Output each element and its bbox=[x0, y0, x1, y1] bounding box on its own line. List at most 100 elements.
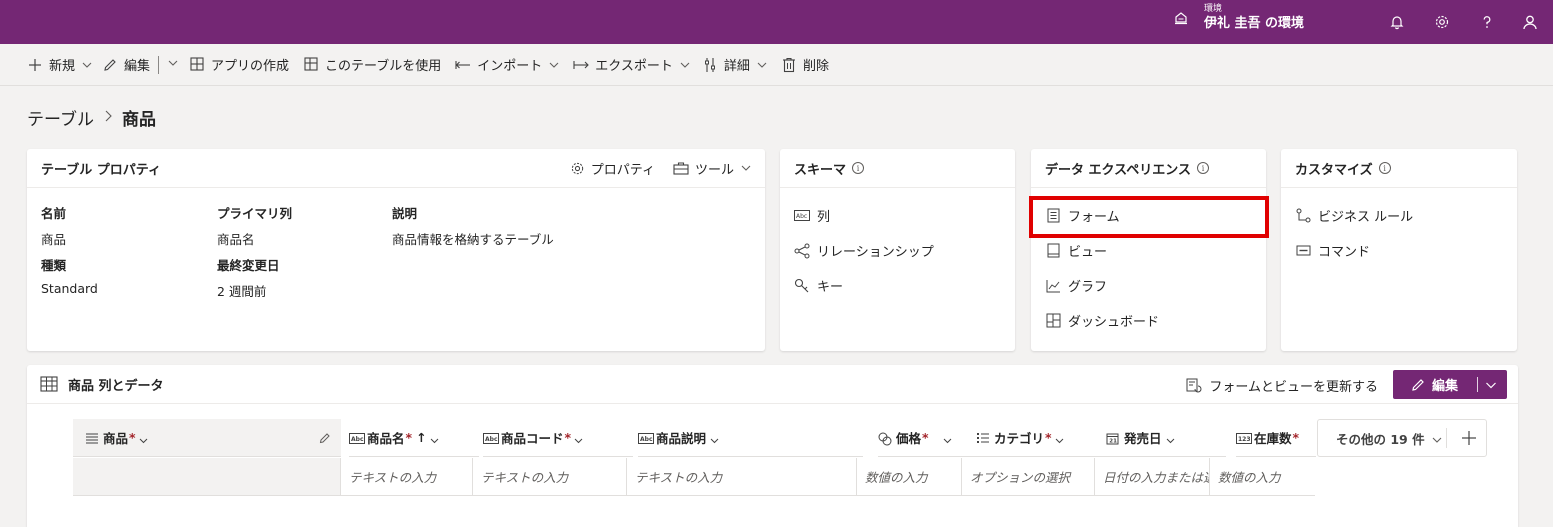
price-input[interactable]: 数値の入力 bbox=[857, 458, 962, 496]
properties-label: プロパティ bbox=[590, 162, 655, 178]
column-header-product-description[interactable]: Abc 商品説明 bbox=[638, 419, 863, 457]
column-header-product[interactable]: 商品 * bbox=[73, 419, 341, 457]
release-date-input[interactable]: 日付の入力または選 bbox=[1095, 458, 1210, 496]
card-title: データ エクスペリエンス bbox=[1045, 162, 1191, 178]
column-label: 商品コード bbox=[501, 431, 564, 446]
command-icon bbox=[1295, 243, 1311, 259]
required-marker: * bbox=[129, 430, 136, 445]
edit-dropdown-button[interactable] bbox=[162, 49, 184, 81]
schema-columns-link[interactable]: Abc 列 bbox=[780, 198, 1015, 233]
card-title: カスタマイズ bbox=[1295, 162, 1373, 178]
dashboard-icon bbox=[1045, 313, 1061, 329]
column-header-category[interactable]: カテゴリ * bbox=[976, 419, 1106, 457]
column-label: 商品 bbox=[103, 431, 129, 446]
user-icon[interactable] bbox=[1520, 12, 1540, 32]
relationship-icon bbox=[794, 243, 810, 259]
app-icon bbox=[189, 57, 205, 73]
modified-label: 最終変更日 bbox=[217, 258, 280, 273]
name-label: 名前 bbox=[41, 206, 67, 221]
edit-columns-button[interactable]: 編集 bbox=[1393, 370, 1507, 399]
column-header-product-name[interactable]: Abc 商品名 * ↑ bbox=[349, 419, 479, 457]
environment-picker[interactable]: 環境 伊礼 圭吾 の環境 bbox=[1172, 5, 1304, 30]
gear-icon[interactable] bbox=[1432, 12, 1452, 32]
column-header-stock[interactable]: 123 在庫数 * bbox=[1236, 419, 1316, 457]
chevron-right-icon bbox=[104, 110, 112, 126]
breadcrumb-tables-link[interactable]: テーブル bbox=[27, 105, 94, 130]
more-columns-button[interactable]: その他の 19 件 bbox=[1317, 419, 1487, 457]
column-label: 発売日 bbox=[1124, 431, 1162, 446]
column-header-price[interactable]: 価格 * bbox=[878, 419, 978, 457]
views-link[interactable]: ビュー bbox=[1031, 233, 1266, 268]
info-icon[interactable]: i bbox=[1378, 162, 1391, 174]
import-icon bbox=[455, 57, 471, 73]
properties-button[interactable]: プロパティ bbox=[570, 159, 655, 178]
category-select[interactable]: オプションの選択 bbox=[962, 458, 1095, 496]
export-button[interactable]: エクスポート bbox=[568, 49, 695, 81]
pencil-icon bbox=[1411, 378, 1425, 392]
column-header-product-code[interactable]: Abc 商品コード * bbox=[483, 419, 633, 457]
trash-icon bbox=[781, 57, 797, 73]
business-rules-link[interactable]: ビジネス ルール bbox=[1281, 198, 1517, 233]
data-experience-card: データ エクスペリエンス i フォーム ビュー グラフ ダッシュボード bbox=[1031, 149, 1266, 351]
stock-input[interactable]: 数値の入力 bbox=[1210, 458, 1315, 496]
experience-item-label: ビュー bbox=[1068, 245, 1108, 260]
chevron-down-icon bbox=[1432, 433, 1442, 443]
modified-value: 2 週間前 bbox=[217, 284, 267, 299]
experience-item-label: グラフ bbox=[1068, 280, 1108, 295]
schema-keys-link[interactable]: キー bbox=[780, 268, 1015, 303]
customize-header: カスタマイズ i bbox=[1281, 149, 1517, 188]
column-header-release-date[interactable]: 21 発売日 bbox=[1106, 419, 1226, 457]
product-code-input[interactable]: テキストの入力 bbox=[473, 458, 627, 496]
product-name-input[interactable]: テキストの入力 bbox=[341, 458, 473, 496]
schema-relationships-link[interactable]: リレーションシップ bbox=[780, 233, 1015, 268]
refresh-forms-views-button[interactable]: フォームとビューを更新する bbox=[1186, 376, 1378, 395]
bell-icon[interactable] bbox=[1387, 12, 1407, 32]
table-properties-header: テーブル プロパティ プロパティ ツール bbox=[27, 149, 765, 188]
dashboards-link[interactable]: ダッシュボード bbox=[1031, 303, 1266, 338]
table-use-icon bbox=[303, 57, 319, 73]
card-title: スキーマ bbox=[794, 162, 847, 178]
commands-link[interactable]: コマンド bbox=[1281, 233, 1517, 268]
product-description-input[interactable]: テキストの入力 bbox=[627, 458, 857, 496]
primary-name-icon bbox=[85, 432, 99, 444]
svg-text:Abc: Abc bbox=[640, 436, 653, 443]
column-label: 商品名 bbox=[367, 431, 405, 446]
add-column-icon[interactable] bbox=[1461, 430, 1477, 446]
currency-icon bbox=[878, 432, 892, 445]
chevron-down-icon[interactable] bbox=[1485, 379, 1497, 391]
edit-column-icon[interactable] bbox=[319, 432, 331, 444]
name-value: 商品 bbox=[41, 232, 67, 247]
edit-button[interactable]: 編集 bbox=[97, 49, 155, 81]
settings-sliders-icon bbox=[702, 57, 718, 73]
text-column-icon: Abc bbox=[483, 432, 499, 444]
chevron-down-icon bbox=[757, 60, 767, 70]
schema-header: スキーマ i bbox=[780, 149, 1015, 188]
breadcrumb: テーブル 商品 bbox=[27, 105, 156, 130]
page-title: 商品 bbox=[121, 110, 156, 130]
chevron-down-icon bbox=[680, 60, 690, 70]
svg-text:Abc: Abc bbox=[485, 436, 498, 443]
chevron-down-icon bbox=[574, 433, 583, 444]
charts-link[interactable]: グラフ bbox=[1031, 268, 1266, 303]
info-icon[interactable]: i bbox=[852, 162, 865, 174]
primary-column-label: プライマリ列 bbox=[217, 206, 293, 221]
vertical-scrollbar[interactable] bbox=[1535, 86, 1553, 527]
column-label: 商品説明 bbox=[656, 431, 707, 446]
schema-card: スキーマ i Abc 列 リレーションシップ キー bbox=[780, 149, 1015, 351]
required-marker: * bbox=[405, 430, 413, 445]
help-icon[interactable] bbox=[1477, 12, 1497, 32]
new-label: 新規 bbox=[49, 59, 76, 74]
delete-button[interactable]: 削除 bbox=[776, 49, 834, 81]
details-button[interactable]: 詳細 bbox=[697, 49, 772, 81]
info-icon[interactable]: i bbox=[1196, 162, 1209, 174]
gear-icon bbox=[570, 161, 585, 176]
chevron-down-icon bbox=[741, 163, 751, 173]
top-bar: 環境 伊礼 圭吾 の環境 bbox=[0, 0, 1553, 44]
columns-data-panel: 商品 列とデータ フォームとビューを更新する 編集 商品 * Abc 商品名 *… bbox=[27, 365, 1518, 527]
create-app-button[interactable]: アプリの作成 bbox=[184, 49, 294, 81]
use-table-button[interactable]: このテーブルを使用 bbox=[298, 49, 446, 81]
new-button[interactable]: 新規 bbox=[22, 49, 97, 81]
type-value: Standard bbox=[41, 281, 98, 296]
tools-button[interactable]: ツール bbox=[673, 159, 751, 178]
import-button[interactable]: インポート bbox=[450, 49, 564, 81]
